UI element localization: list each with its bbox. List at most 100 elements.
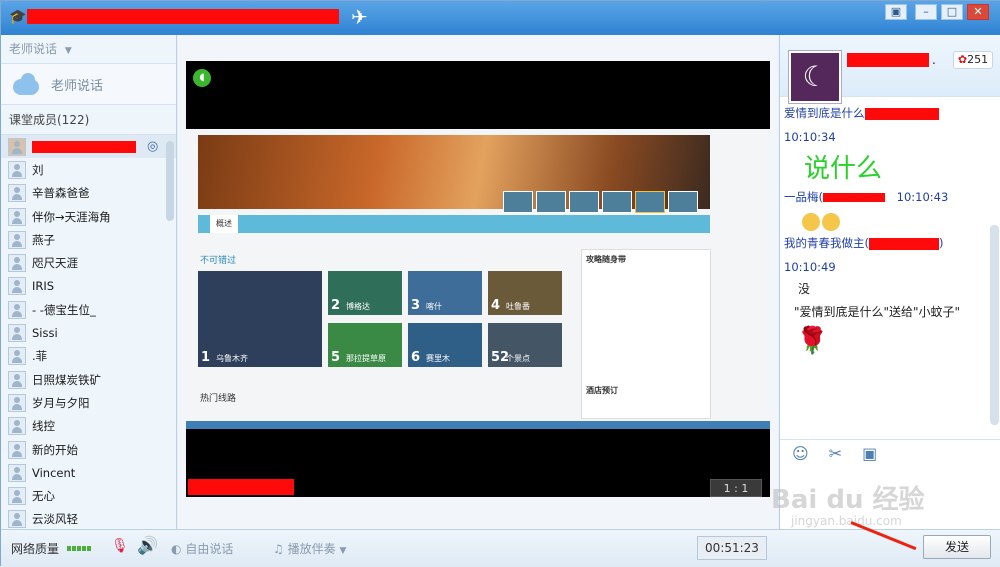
tile-number: 1: [201, 350, 211, 365]
avatar: [8, 300, 26, 319]
rose-icon: 🌹: [796, 326, 829, 356]
hero-banner: [198, 135, 710, 213]
destination-tile: 5 那拉提草原: [328, 323, 402, 367]
avatar: [8, 347, 26, 366]
tile-name: 博格达: [346, 302, 370, 311]
member-name: 辛普森爸爸: [32, 186, 90, 201]
redacted-mark: [864, 107, 939, 120]
title-bar: 🎓 ✈ ▣ – □ ✕: [1, 1, 1000, 35]
target-icon: ◎: [147, 139, 159, 155]
teacher-speaking-dropdown[interactable]: 老师说话 ▼: [1, 35, 176, 63]
app-logo-icon: 🎓: [9, 9, 27, 25]
chat-scrollbar[interactable]: [990, 225, 999, 425]
tile-name: 那拉提草原: [346, 354, 386, 363]
screen-share-video[interactable]: ◖ 概述 不可错过 1 乌鲁木齐 2 博格达 3 喀什 4 吐鲁番 5 那拉提草原 6 赛里木 52 个景…: [186, 61, 770, 497]
member-list-scrollbar[interactable]: [166, 141, 174, 221]
member-item[interactable]: 岁月与夕阳: [1, 391, 176, 414]
free-speak-label: 自由说话: [185, 542, 234, 556]
left-sidebar: 老师说话 ▼ 老师说话 课堂成员(122) ◎ 刘辛普森爸爸伴你→天涯海角燕子咫…: [1, 35, 177, 529]
destination-tile: 3 喀什: [408, 271, 482, 315]
airplane-icon[interactable]: ✈: [351, 5, 368, 29]
member-item[interactable]: 刘: [1, 158, 176, 181]
message-sender-name: 我的青春我做主(: [784, 236, 869, 250]
emoji-row: [784, 205, 986, 231]
network-quality-label: 网络质量: [11, 542, 60, 556]
watermark-main: Bai du 经验: [771, 485, 925, 515]
chat-messages[interactable]: 爱情到底是什么 10:10:34 说什么 一品梅( 10:10:43 我的青春我…: [780, 97, 990, 437]
teacher-profile: ☾ . ✿251: [780, 35, 1000, 103]
send-button[interactable]: 发送: [923, 535, 991, 559]
member-item[interactable]: 无心: [1, 484, 176, 507]
moon-avatar[interactable]: ☾: [789, 51, 841, 103]
message-text: 说什么: [804, 154, 883, 184]
tile-name: 赛里木: [426, 354, 450, 363]
avatar: [8, 370, 26, 389]
page-nav: 概述: [198, 215, 710, 233]
speaker-icon[interactable]: 🔊: [137, 536, 158, 556]
message-sender: 爱情到底是什么: [784, 105, 986, 121]
avatar: [8, 487, 26, 506]
member-item[interactable]: 云淡风轻: [1, 508, 176, 529]
accompaniment-button[interactable]: ♫ 播放伴奏 ▼: [273, 540, 346, 557]
video-bottom-bar: 1 : 1: [186, 475, 770, 497]
ratio-button[interactable]: 1 : 1: [710, 479, 762, 497]
flower-count[interactable]: ✿251: [953, 51, 993, 69]
member-item[interactable]: .菲: [1, 345, 176, 368]
member-item[interactable]: IRIS: [1, 275, 176, 298]
music-note-icon: ♫: [273, 542, 284, 556]
member-name: 新的开始: [32, 442, 78, 457]
teacher-speaking-card[interactable]: 老师说话: [1, 63, 176, 105]
member-list[interactable]: ◎ 刘辛普森爸爸伴你→天涯海角燕子咫尺天涯 IRIS - -德宝生位_ Sissi .菲…: [1, 135, 176, 529]
avatar: [8, 184, 26, 203]
member-item[interactable]: 线控: [1, 415, 176, 438]
profile-dot: .: [932, 53, 936, 67]
member-item[interactable]: 日照煤炭铁矿: [1, 368, 176, 391]
skin-button[interactable]: ▣: [885, 4, 907, 20]
destination-tile: 1 乌鲁木齐: [198, 271, 322, 367]
avatar: [8, 510, 26, 529]
scissors-icon[interactable]: ✂: [829, 444, 842, 463]
member-item[interactable]: - -德宝生位_: [1, 298, 176, 321]
member-item[interactable]: Vincent: [1, 461, 176, 484]
section-hot-routes: 热门线路: [200, 394, 237, 404]
destination-tile: 2 博格达: [328, 271, 402, 315]
member-name: 燕子: [32, 232, 55, 247]
image-icon[interactable]: ▣: [862, 444, 877, 463]
close-button[interactable]: ✕: [967, 4, 989, 20]
banner-thumbnails: [503, 191, 698, 213]
destination-tile: 6 赛里木: [408, 323, 482, 367]
app-window: 🎓 ✈ ▣ – □ ✕ 老师说话 ▼ 老师说话 课堂成员(122) ◎ 刘辛普森…: [0, 0, 1000, 567]
tile-name: 吐鲁番: [506, 302, 530, 311]
member-item[interactable]: 伴你→天涯海角: [1, 205, 176, 228]
member-name: 无心: [32, 489, 55, 504]
minimize-button[interactable]: –: [915, 4, 937, 20]
mic-muted-icon[interactable]: 🎙: [111, 538, 129, 556]
member-name: Vincent: [32, 465, 76, 480]
member-item[interactable]: 咫尺天涯: [1, 251, 176, 274]
redacted-mark: [869, 237, 939, 250]
member-name: - -德宝生位_: [32, 302, 96, 317]
speaker-name-redacted: [188, 479, 294, 495]
avatar: [8, 463, 26, 482]
free-speak-button[interactable]: ◐ 自由说话: [171, 540, 233, 557]
avatar: [8, 393, 26, 412]
member-item[interactable]: 辛普森爸爸: [1, 182, 176, 205]
title-redacted: [27, 9, 339, 24]
emoji-button-icon[interactable]: ☺: [792, 444, 809, 463]
chevron-down-icon: ▼: [339, 546, 347, 556]
tile-number: 5: [331, 350, 341, 365]
members-header: 课堂成员(122): [1, 105, 176, 135]
page-link-strip: [186, 421, 770, 429]
message-time: 10:10:34: [784, 130, 836, 144]
member-name: .菲: [32, 349, 48, 364]
member-item[interactable]: Sissi: [1, 321, 176, 344]
message-sender: 我的青春我做主(): [784, 236, 944, 250]
member-item[interactable]: 新的开始: [1, 438, 176, 461]
maximize-button[interactable]: □: [941, 4, 963, 20]
member-name: 云淡风轻: [32, 512, 78, 527]
member-item-self[interactable]: ◎: [1, 135, 176, 159]
member-name-redacted: [32, 140, 136, 153]
member-item[interactable]: 燕子: [1, 228, 176, 251]
chat-panel: ☾ . ✿251 爱情到底是什么 10:10:34 说什么 一品梅( 10:10…: [779, 35, 1000, 529]
member-name: 刘: [32, 162, 44, 177]
